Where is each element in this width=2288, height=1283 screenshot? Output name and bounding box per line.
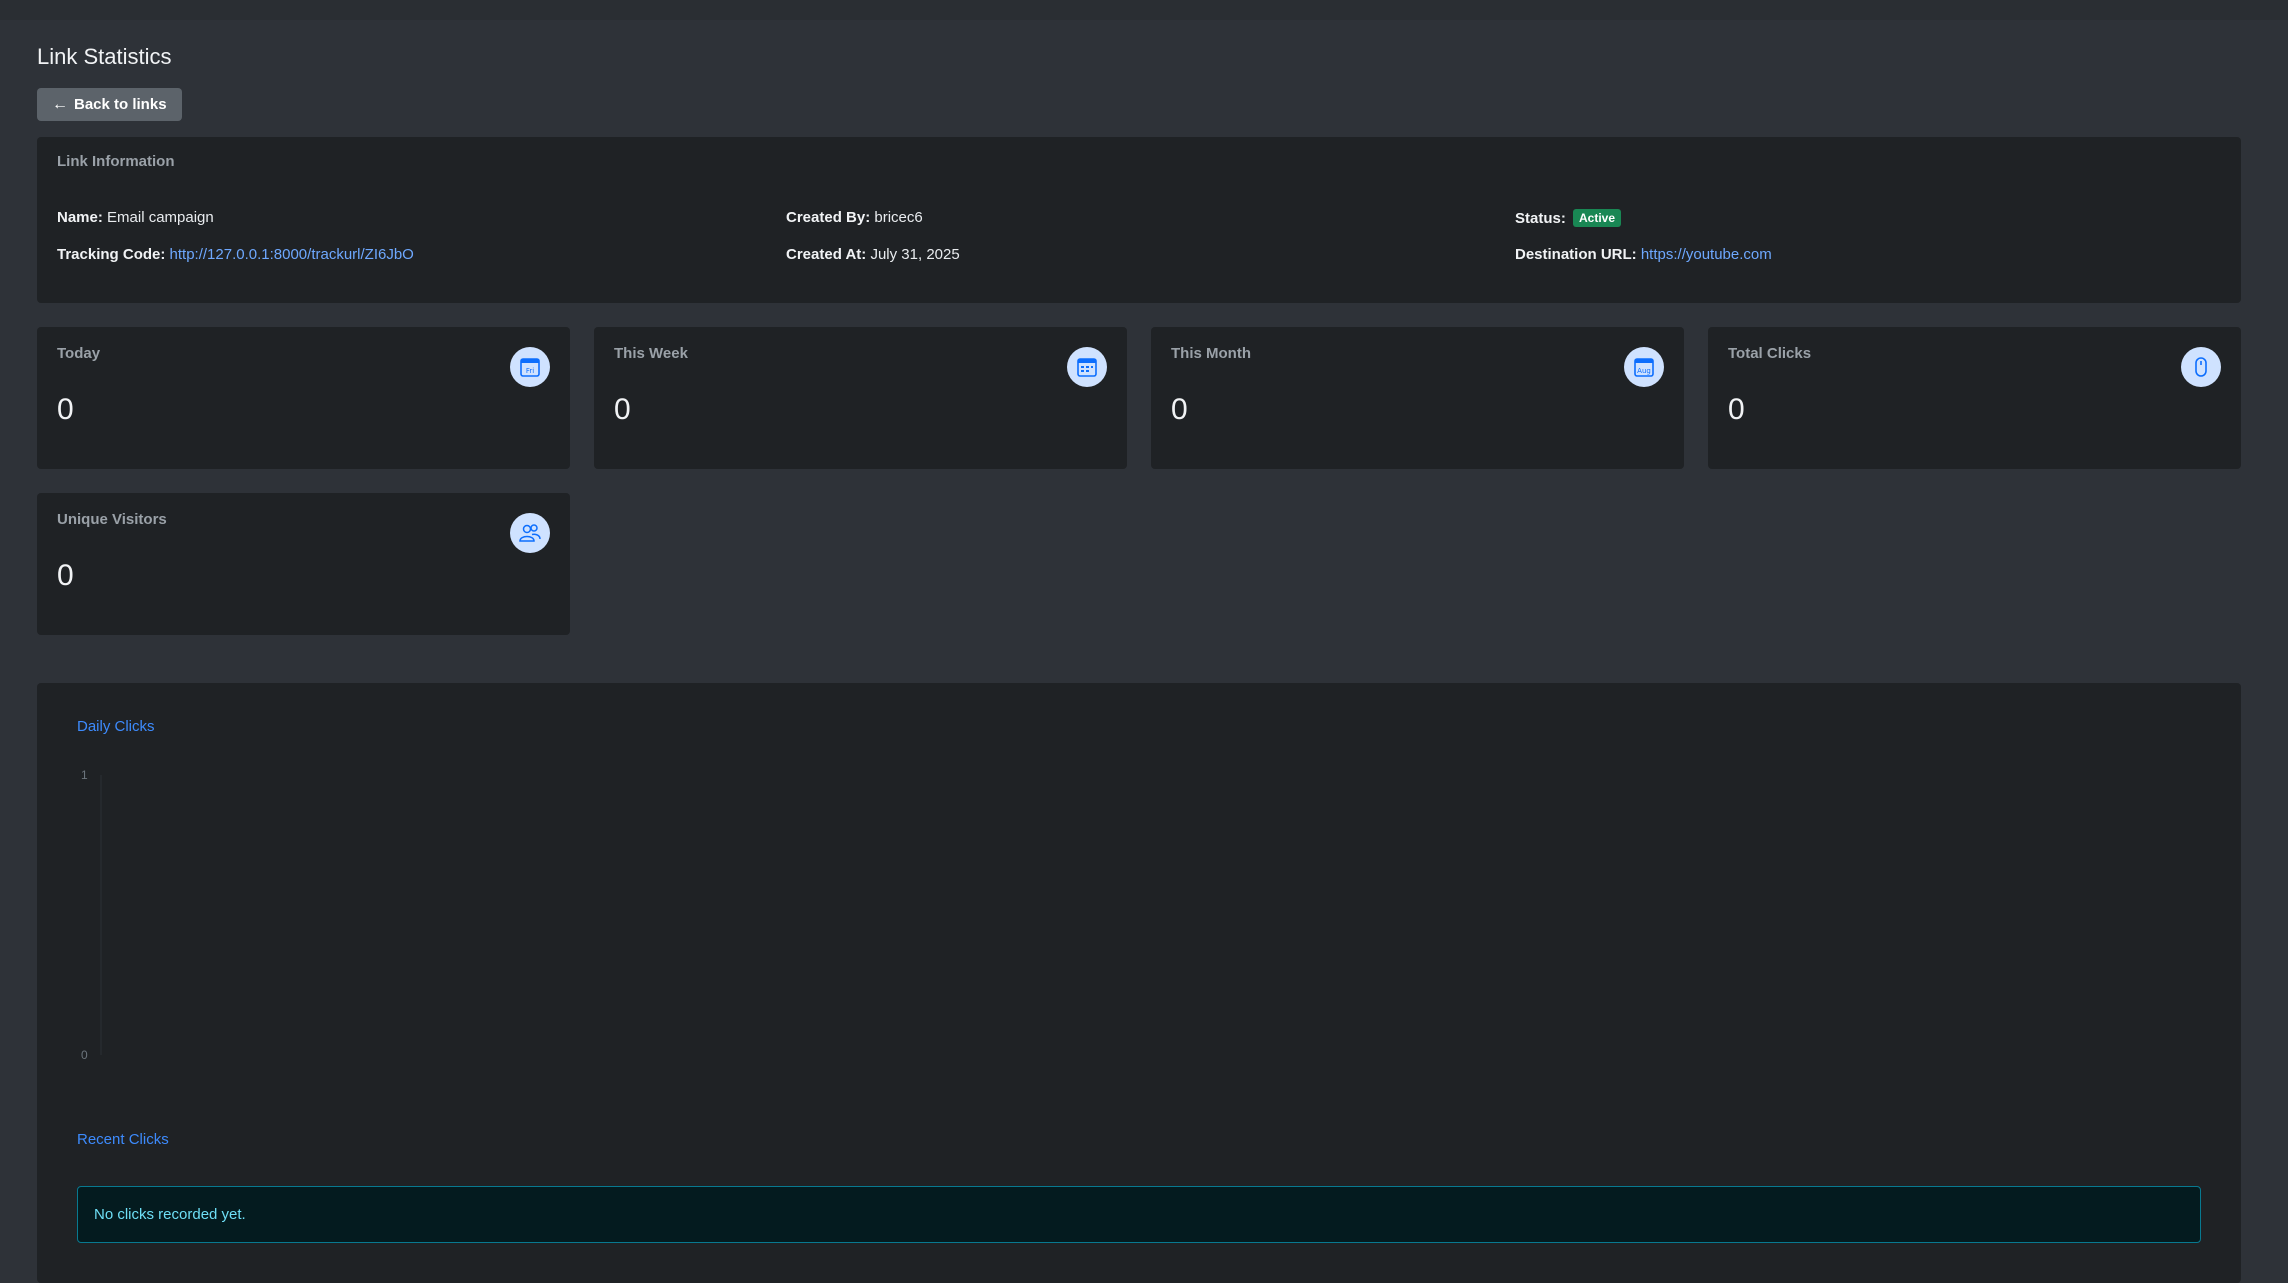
svg-text:Aug: Aug xyxy=(1637,367,1651,375)
arrow-left-icon: ← xyxy=(52,95,68,113)
link-information-card: Link Information Name: Email campaign Tr… xyxy=(37,137,2241,303)
chart-card: Daily Clicks 10 Recent Clicks No clicks … xyxy=(37,683,2241,1283)
stat-card-this-week: This Week 0 xyxy=(594,327,1127,469)
calendar-week-icon xyxy=(1067,347,1107,387)
daily-clicks-chart: 10 xyxy=(81,768,102,1062)
info-created-by: Created By: bricec6 xyxy=(786,209,923,226)
status-badge: Active xyxy=(1573,209,1622,227)
stat-label: This Month xyxy=(1171,345,1251,362)
stat-label: Today xyxy=(57,345,101,362)
stat-label: Total Clicks xyxy=(1728,345,1812,362)
back-to-links-button[interactable]: ← Back to links xyxy=(37,88,182,121)
stat-card-unique-visitors: Unique Visitors 0 xyxy=(37,493,570,635)
info-status: Status: Active xyxy=(1515,209,1622,227)
info-created-at: Created At: July 31, 2025 xyxy=(786,246,960,263)
y-tick-label: 1 xyxy=(81,768,88,782)
top-bar xyxy=(0,0,2288,20)
link-information-header: Link Information xyxy=(57,153,175,170)
stat-label: This Week xyxy=(614,345,688,362)
stat-value: 0 xyxy=(614,393,631,426)
created-at-label: Created At: xyxy=(786,246,867,263)
back-button-label: Back to links xyxy=(74,96,167,113)
calendar-day-icon: Fri xyxy=(510,347,550,387)
tracking-code-label: Tracking Code: xyxy=(57,246,166,263)
stat-value: 0 xyxy=(57,559,74,592)
name-label: Name: xyxy=(57,209,103,226)
stat-card-this-month: This Month 0 Aug xyxy=(1151,327,1684,469)
stat-card-today: Today 0 Fri xyxy=(37,327,570,469)
destination-url-label: Destination URL: xyxy=(1515,246,1637,263)
info-tracking-code: Tracking Code: http://127.0.0.1:8000/tra… xyxy=(57,246,414,263)
y-tick-label: 0 xyxy=(81,1048,88,1062)
people-icon xyxy=(510,513,550,553)
stat-value: 0 xyxy=(57,393,74,426)
calendar-month-icon: Aug xyxy=(1624,347,1664,387)
status-label: Status: xyxy=(1515,210,1566,227)
stat-label: Unique Visitors xyxy=(57,511,167,528)
page-title: Link Statistics xyxy=(37,44,172,69)
created-by-value: bricec6 xyxy=(874,209,923,226)
svg-text:Fri: Fri xyxy=(526,367,534,375)
mouse-icon xyxy=(2181,347,2221,387)
info-destination-url: Destination URL: https://youtube.com xyxy=(1515,246,1772,263)
stat-value: 0 xyxy=(1728,393,1745,426)
tracking-code-link[interactable]: http://127.0.0.1:8000/trackurl/ZI6JbO xyxy=(170,246,414,263)
no-clicks-alert: No clicks recorded yet. xyxy=(77,1186,2201,1243)
destination-url-link[interactable]: https://youtube.com xyxy=(1641,246,1772,263)
created-by-label: Created By: xyxy=(786,209,871,226)
created-at-value: July 31, 2025 xyxy=(870,246,960,263)
recent-clicks-title: Recent Clicks xyxy=(77,1131,169,1148)
name-value: Email campaign xyxy=(107,209,214,226)
stat-value: 0 xyxy=(1171,393,1188,426)
daily-clicks-title: Daily Clicks xyxy=(77,718,155,735)
stat-card-total-clicks: Total Clicks 0 xyxy=(1708,327,2241,469)
info-name: Name: Email campaign xyxy=(57,209,214,226)
